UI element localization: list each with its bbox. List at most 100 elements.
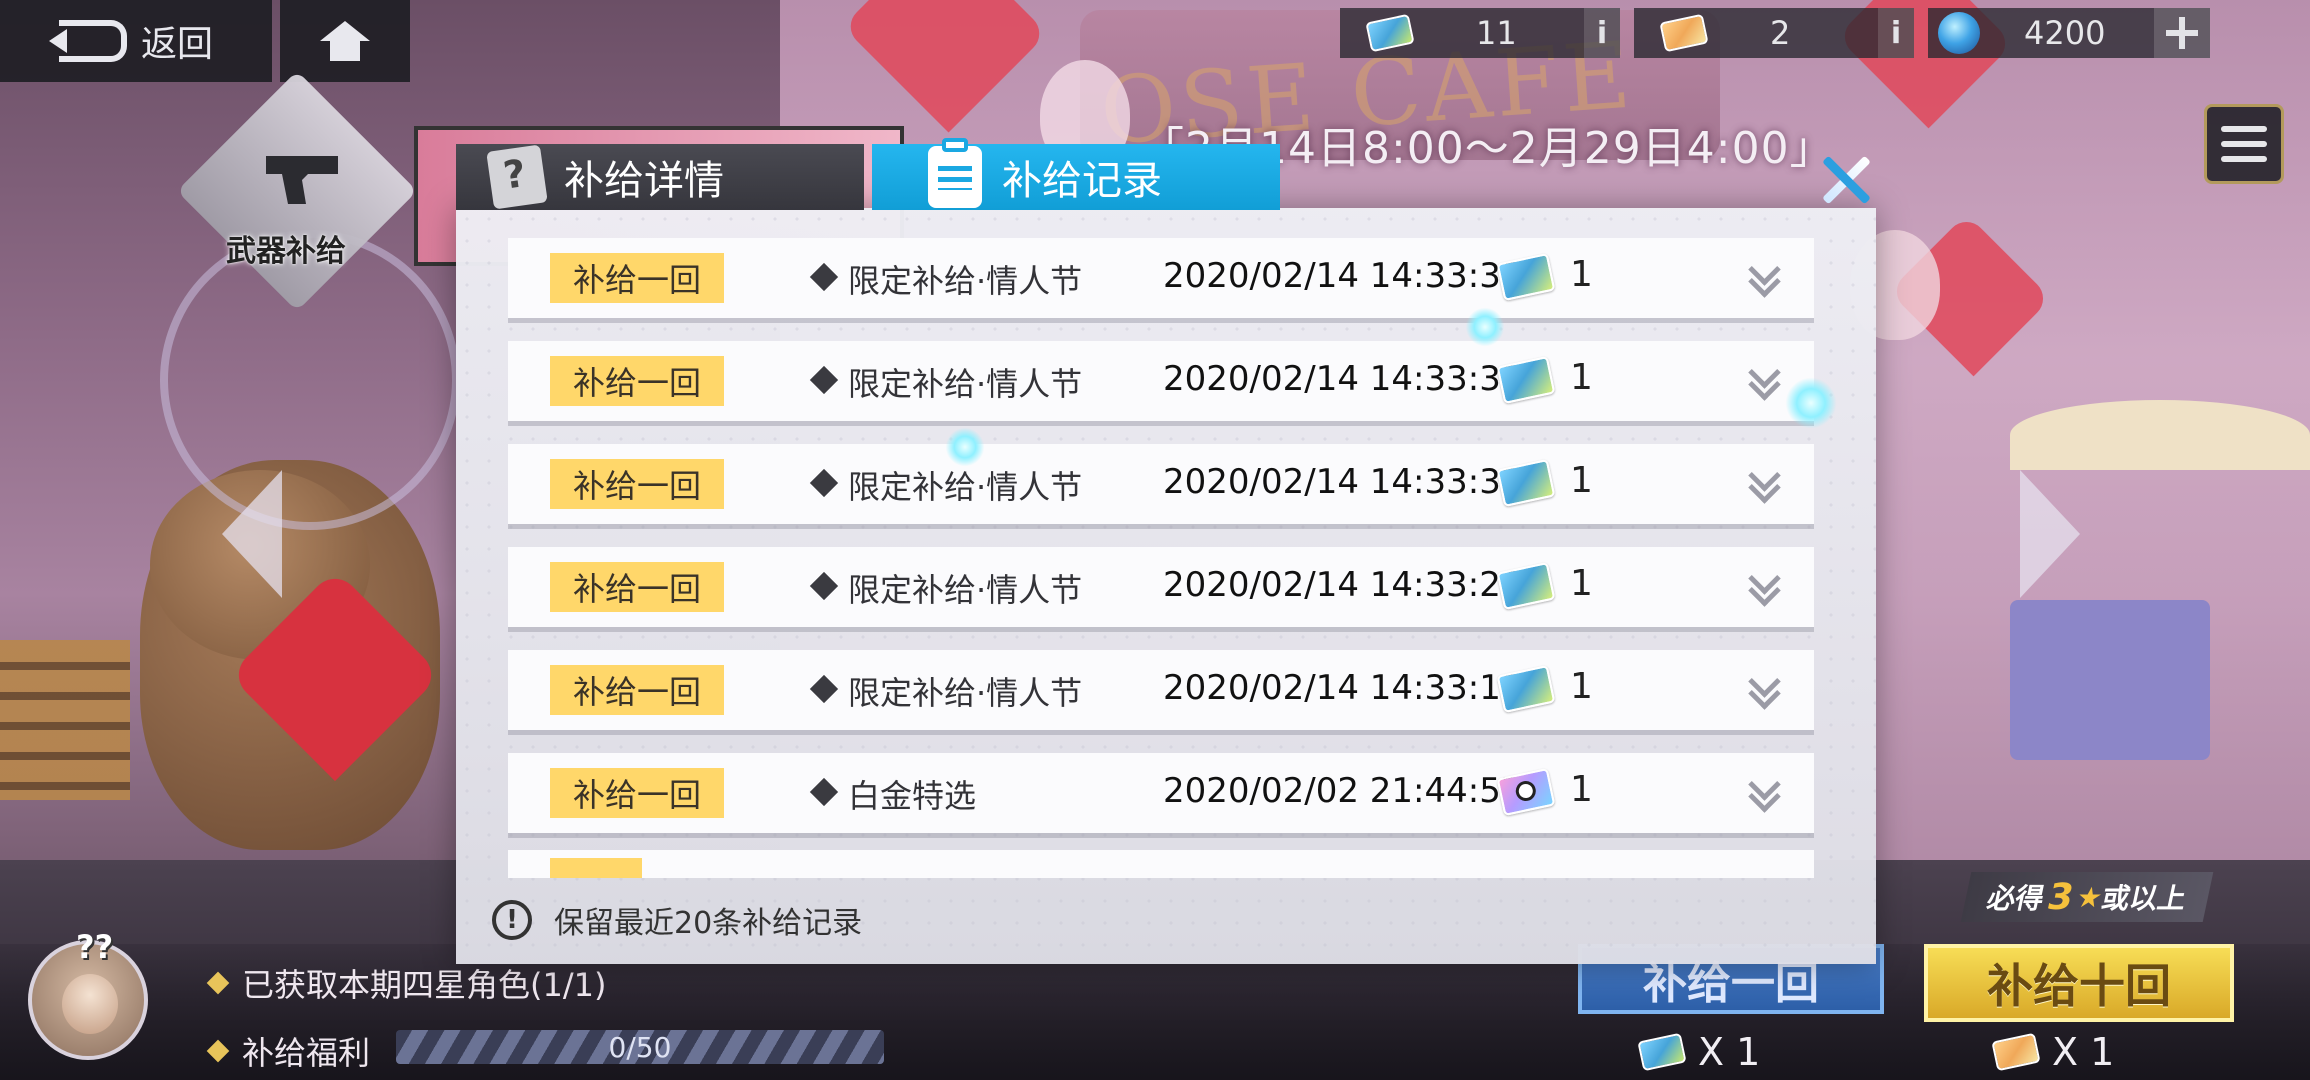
four-star-status-text: 已获取本期四星角色(1/1) (242, 966, 607, 1004)
tab-label: 补给详情 (564, 158, 724, 204)
record-badge: 补给一回 (550, 253, 724, 303)
four-star-status: 已获取本期四星角色(1/1) (206, 960, 607, 1006)
back-label: 返回 (140, 24, 213, 65)
draw-one-cost-text: X 1 (1698, 1030, 1761, 1074)
close-icon[interactable] (1816, 154, 1876, 206)
draw-ten-button[interactable]: 补给十回 (1924, 944, 2234, 1022)
crystal-gem-icon (1938, 12, 1980, 54)
partial-record-row (508, 850, 1814, 878)
tab-label: 补给记录 (1002, 158, 1162, 204)
supply-bonus: 补给福利 (206, 1028, 370, 1074)
resource-count: 4200 (2024, 14, 2106, 52)
diamond-bullet-icon (206, 971, 230, 995)
plus-icon (2166, 17, 2198, 49)
ticket-gold-icon (1659, 13, 1709, 53)
record-pool-name: 限定补给·情人节 (848, 674, 1083, 712)
prev-banner-arrow-icon[interactable] (222, 470, 282, 598)
home-icon (320, 21, 370, 61)
record-item-count: 1 (1570, 666, 1593, 707)
menu-button[interactable] (2204, 104, 2284, 184)
cart (2010, 600, 2210, 760)
resource-count: 11 (1476, 14, 1517, 52)
record-timestamp: 2020/02/14 14:33:38 (1163, 256, 1523, 296)
record-pool-name: 限定补给·情人节 (848, 571, 1083, 609)
chevron-down-icon[interactable] (1748, 569, 1782, 605)
weapon-supply-label: 武器补给 (226, 234, 346, 269)
record-row[interactable]: 补给一回 限定补给·情人节 2020/02/14 14:33:35 1 (508, 341, 1814, 421)
record-row[interactable]: 补给一回 限定补给·情人节 2020/02/14 14:33:32 1 (508, 444, 1814, 524)
next-banner-arrow-icon[interactable] (2020, 470, 2080, 598)
alert-icon: ! (492, 900, 532, 940)
chevron-down-icon[interactable] (1748, 466, 1782, 502)
record-pool-name: 白金特选 (848, 777, 977, 815)
diamond-bullet-icon (809, 468, 839, 498)
menu-icon-line (2221, 156, 2267, 162)
tab-supply-details[interactable]: 补给详情 (456, 144, 864, 210)
diamond-bullet-icon (809, 571, 839, 601)
progress-text: 0/50 (608, 1030, 672, 1064)
chevron-down-icon[interactable] (1748, 363, 1782, 399)
question-marks: ?? (76, 928, 114, 966)
ticket-blue-icon (1365, 13, 1415, 53)
record-row[interactable]: 补给一回 限定补给·情人节 2020/02/14 14:33:26 1 (508, 547, 1814, 627)
records-list[interactable]: 补给一回 限定补给·情人节 2020/02/14 14:33:38 1 补给一回 限定补给… (508, 238, 1820, 878)
record-timestamp: 2020/02/14 14:33:35 (1163, 359, 1523, 399)
guarantee-number: 3 (2043, 876, 2078, 918)
chevron-down-icon[interactable] (1748, 672, 1782, 708)
record-item-count: 1 (1570, 460, 1593, 501)
record-row[interactable]: 补给一回 限定补给·情人节 2020/02/14 14:33:15 1 (508, 650, 1814, 730)
records-footer: ! 保留最近20条补给记录 (492, 898, 862, 942)
chevron-down-icon[interactable] (1748, 775, 1782, 811)
diamond-bullet-icon (809, 674, 839, 704)
menu-icon (2221, 126, 2267, 132)
draw-ten-cost-text: X 1 (2052, 1030, 2115, 1074)
info-button[interactable]: i (1878, 8, 1914, 58)
record-badge (550, 858, 642, 878)
record-badge: 补给一回 (550, 665, 724, 715)
ticket-gold-icon (1991, 1032, 2041, 1072)
ticket-blue-icon (1637, 1032, 1687, 1072)
bench (0, 640, 130, 800)
draw-ten-cost: X 1 (1991, 1030, 2115, 1074)
back-arrow-icon (48, 20, 127, 62)
back-button[interactable]: 返回 (0, 0, 272, 82)
records-footer-note: 保留最近20条补给记录 (554, 906, 863, 941)
add-crystal-button[interactable] (2154, 8, 2210, 58)
record-badge: 补给一回 (550, 562, 724, 612)
record-pool-name: 限定补给·情人节 (848, 262, 1083, 300)
home-button[interactable] (280, 0, 410, 82)
guarantee-banner: 必得 3 ★ 或以上 (1960, 872, 2214, 922)
menu-icon-line (2221, 141, 2267, 147)
record-item-count: 1 (1570, 254, 1593, 295)
record-timestamp: 2020/02/14 14:33:32 (1163, 462, 1523, 502)
record-timestamp: 2020/02/14 14:33:26 (1163, 565, 1523, 605)
record-timestamp: 2020/02/14 14:33:15 (1163, 668, 1523, 708)
record-item-count: 1 (1570, 563, 1593, 604)
resource-gold-ticket: 2 i (1634, 8, 1914, 58)
diamond-bullet-icon (206, 1039, 230, 1063)
record-badge: 补给一回 (550, 768, 724, 818)
resource-blue-ticket: 11 i (1340, 8, 1620, 58)
record-row[interactable]: 补给一回 限定补给·情人节 2020/02/14 14:33:38 1 (508, 238, 1814, 318)
info-button[interactable]: i (1584, 8, 1620, 58)
record-item-count: 1 (1570, 769, 1593, 810)
supply-bonus-progress: 0/50 (396, 1030, 884, 1064)
guarantee-prefix: 必得 (1984, 882, 2048, 915)
diamond-bullet-icon (809, 262, 839, 292)
question-document-icon (486, 144, 548, 210)
draw-one-cost: X 1 (1637, 1030, 1761, 1074)
record-item-count: 1 (1570, 357, 1593, 398)
record-row[interactable]: 补给一回 白金特选 2020/02/02 21:44:57 1 (508, 753, 1814, 833)
record-badge: 补给一回 (550, 459, 724, 509)
clipboard-icon (928, 138, 982, 208)
record-timestamp: 2020/02/02 21:44:57 (1163, 771, 1523, 811)
supply-records-dialog: 补给详情 补给记录 补给一回限定补给·情人节2020/02/14 14:33:3… (456, 138, 1876, 964)
diamond-bullet-icon (809, 777, 839, 807)
chevron-down-icon[interactable] (1748, 260, 1782, 296)
pistol-icon (266, 156, 338, 204)
record-badge: 补给一回 (550, 356, 724, 406)
guarantee-suffix: 或以上 (2098, 882, 2190, 915)
record-pool-name: 限定补给·情人节 (848, 365, 1083, 403)
tab-supply-records[interactable]: 补给记录 (872, 138, 1280, 210)
resource-crystal: 4200 (1928, 8, 2210, 58)
